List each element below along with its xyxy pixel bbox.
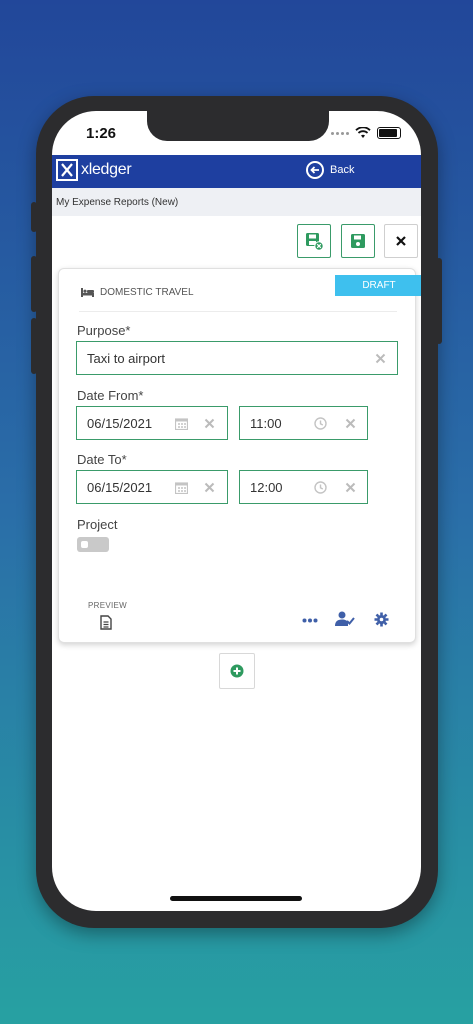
bed-icon	[81, 288, 94, 297]
more-icon[interactable]	[302, 618, 318, 623]
date-from-date-input[interactable]: 06/15/2021	[76, 406, 228, 440]
home-indicator[interactable]	[170, 896, 302, 901]
brand-name: xledger	[81, 161, 132, 178]
date-from-label: Date From*	[77, 388, 144, 403]
date-to-date-input[interactable]: 06/15/2021	[76, 470, 228, 504]
plus-circle-icon	[230, 664, 244, 678]
notch	[147, 111, 329, 141]
signal-icon	[331, 131, 349, 135]
volume-down-button	[31, 318, 37, 374]
breadcrumb: My Expense Reports (New)	[52, 188, 421, 216]
purpose-value: Taxi to airport	[87, 351, 166, 366]
date-to-date-value: 06/15/2021	[87, 480, 153, 495]
preview-label: PREVIEW	[88, 601, 127, 610]
gear-icon[interactable]	[374, 612, 389, 627]
clock-icon[interactable]	[314, 481, 327, 494]
project-label: Project	[77, 517, 118, 532]
clear-icon[interactable]	[375, 353, 386, 364]
close-icon	[396, 236, 406, 246]
project-toggle[interactable]	[77, 537, 109, 552]
calendar-icon[interactable]	[175, 481, 188, 494]
clear-icon[interactable]	[345, 482, 356, 493]
xledger-logo: xledger	[56, 159, 132, 181]
expense-card: DOMESTIC TRAVEL DRAFT Purpose* Taxi to a…	[58, 268, 421, 643]
date-to-time-value: 12:00	[250, 480, 283, 495]
date-to-time-input[interactable]: 12:00	[239, 470, 368, 504]
date-from-date-value: 06/15/2021	[87, 416, 153, 431]
add-expense-button[interactable]	[219, 653, 255, 689]
save-button[interactable]	[341, 224, 375, 258]
app-header: xledger Back	[52, 155, 421, 188]
save-close-icon	[306, 233, 324, 251]
back-arrow-icon	[306, 161, 324, 179]
date-from-time-input[interactable]: 11:00	[239, 406, 368, 440]
save-and-close-button[interactable]	[297, 224, 331, 258]
volume-up-button	[31, 256, 37, 312]
status-badge: DRAFT	[335, 275, 421, 296]
clock-icon[interactable]	[314, 417, 327, 430]
back-button[interactable]: Back	[306, 161, 354, 179]
date-from-time-value: 11:00	[250, 416, 282, 431]
breadcrumb-text[interactable]: My Expense Reports (New)	[56, 197, 178, 208]
wifi-icon	[355, 127, 371, 138]
save-icon	[351, 234, 365, 248]
status-icons	[331, 127, 401, 139]
status-time: 1:26	[86, 125, 117, 142]
device-screen: 1:26 xledger Back My Expense Reports (Ne…	[52, 111, 421, 911]
close-button[interactable]	[384, 224, 418, 258]
clear-icon[interactable]	[204, 418, 215, 429]
expense-type: DOMESTIC TRAVEL	[81, 287, 194, 298]
document-icon[interactable]	[100, 615, 112, 630]
power-button	[436, 258, 442, 344]
clear-icon[interactable]	[345, 418, 356, 429]
expense-type-label: DOMESTIC TRAVEL	[100, 287, 194, 298]
calendar-icon[interactable]	[175, 417, 188, 430]
clear-icon[interactable]	[204, 482, 215, 493]
battery-icon	[377, 127, 401, 139]
back-label: Back	[330, 164, 355, 176]
mute-switch	[31, 202, 37, 232]
purpose-label: Purpose*	[77, 323, 131, 338]
purpose-input[interactable]: Taxi to airport	[76, 341, 398, 375]
user-approve-icon[interactable]	[335, 611, 355, 627]
date-to-label: Date To*	[77, 452, 127, 467]
divider	[79, 311, 397, 312]
